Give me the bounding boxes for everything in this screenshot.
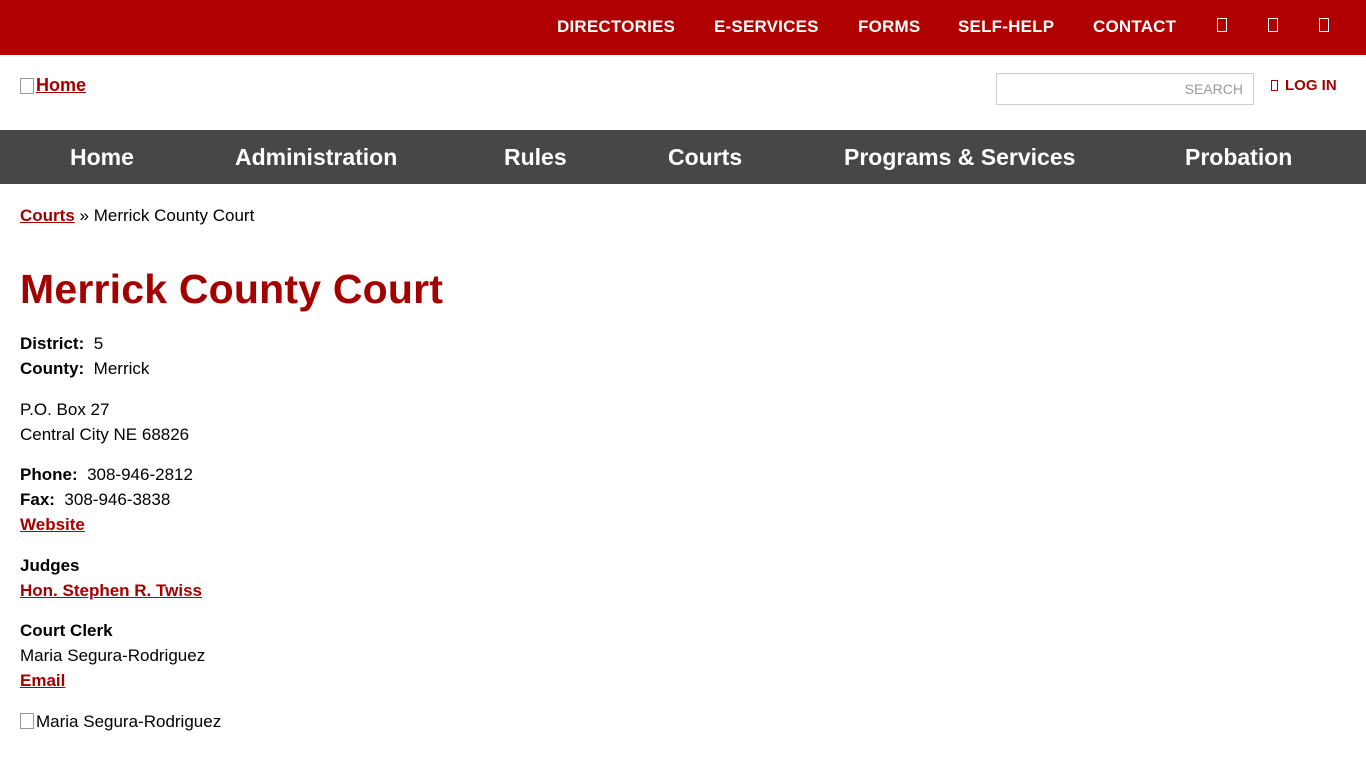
- self-help-link[interactable]: SELF-HELP: [958, 17, 1054, 37]
- clerk-photo: Maria Segura-Rodriguez: [20, 709, 221, 734]
- address-line-2: Central City NE 68826: [20, 425, 190, 444]
- fax-value: 308-946-3838: [64, 490, 171, 509]
- website-link[interactable]: Website: [20, 515, 85, 534]
- lock-icon: [1271, 80, 1278, 91]
- clerk-name: Maria Segura-Rodriguez: [20, 646, 206, 665]
- breadcrumb-separator: »: [79, 206, 89, 225]
- nav-item-home[interactable]: Home: [70, 144, 134, 171]
- address-line-1: P.O. Box 27: [20, 400, 110, 419]
- county-label: County:: [20, 359, 85, 378]
- judges-heading: Judges: [20, 556, 80, 575]
- forms-link[interactable]: FORMS: [858, 17, 920, 37]
- directories-link[interactable]: DIRECTORIES: [557, 17, 675, 37]
- address-block: P.O. Box 27 Central City NE 68826: [20, 397, 189, 447]
- phone-label: Phone:: [20, 465, 78, 484]
- email-link[interactable]: Email: [20, 671, 65, 690]
- nav-item-probation[interactable]: Probation: [1185, 144, 1292, 171]
- youtube-icon[interactable]: [1317, 16, 1331, 34]
- breadcrumb: Courts » Merrick County Court: [20, 206, 254, 226]
- e-services-link[interactable]: E-SERVICES: [714, 17, 819, 37]
- contact-block: Phone: 308-946-2812 Fax: 308-946-3838 We…: [20, 462, 193, 537]
- judges-block: Judges Hon. Stephen R. Twiss: [20, 553, 202, 603]
- home-logo-link[interactable]: Home: [20, 75, 86, 96]
- fax-label: Fax:: [20, 490, 55, 509]
- login-link[interactable]: LOG IN: [1271, 77, 1337, 94]
- fax-row: Fax: 308-946-3838: [20, 487, 193, 512]
- utility-bar: DIRECTORIES E-SERVICES FORMS SELF-HELP C…: [0, 0, 1366, 55]
- phone-row: Phone: 308-946-2812: [20, 462, 193, 487]
- site-header: Home LOG IN: [0, 55, 1366, 130]
- clerk-heading: Court Clerk: [20, 621, 113, 640]
- county-value: Merrick: [93, 359, 150, 378]
- broken-image-icon: [20, 77, 34, 94]
- county-row: County: Merrick: [20, 356, 149, 381]
- broken-image-icon: [20, 713, 34, 729]
- nav-item-administration[interactable]: Administration: [235, 144, 397, 171]
- logo-alt-text: Home: [36, 75, 87, 95]
- district-label: District:: [20, 334, 85, 353]
- page-title: Merrick County Court: [20, 266, 444, 312]
- judge-link[interactable]: Hon. Stephen R. Twiss: [20, 581, 202, 600]
- nav-item-rules[interactable]: Rules: [504, 144, 567, 171]
- clerk-block: Court Clerk Maria Segura-Rodriguez Email: [20, 618, 205, 693]
- clerk-photo-alt: Maria Segura-Rodriguez: [36, 712, 222, 731]
- contact-link[interactable]: CONTACT: [1093, 17, 1176, 37]
- phone-value: 308-946-2812: [87, 465, 193, 484]
- district-value: 5: [93, 334, 104, 353]
- nav-item-programs-services[interactable]: Programs & Services: [844, 144, 1075, 171]
- breadcrumb-current: Merrick County Court: [93, 206, 255, 225]
- district-row: District: 5: [20, 331, 149, 356]
- login-label: LOG IN: [1285, 77, 1337, 94]
- facebook-icon[interactable]: [1215, 16, 1229, 34]
- breadcrumb-courts-link[interactable]: Courts: [20, 206, 75, 225]
- nav-item-courts[interactable]: Courts: [668, 144, 742, 171]
- court-location-block: District: 5 County: Merrick: [20, 331, 149, 381]
- main-nav: Home Administration Rules Courts Program…: [0, 130, 1366, 184]
- search-input[interactable]: [996, 73, 1254, 105]
- twitter-icon[interactable]: [1266, 16, 1280, 34]
